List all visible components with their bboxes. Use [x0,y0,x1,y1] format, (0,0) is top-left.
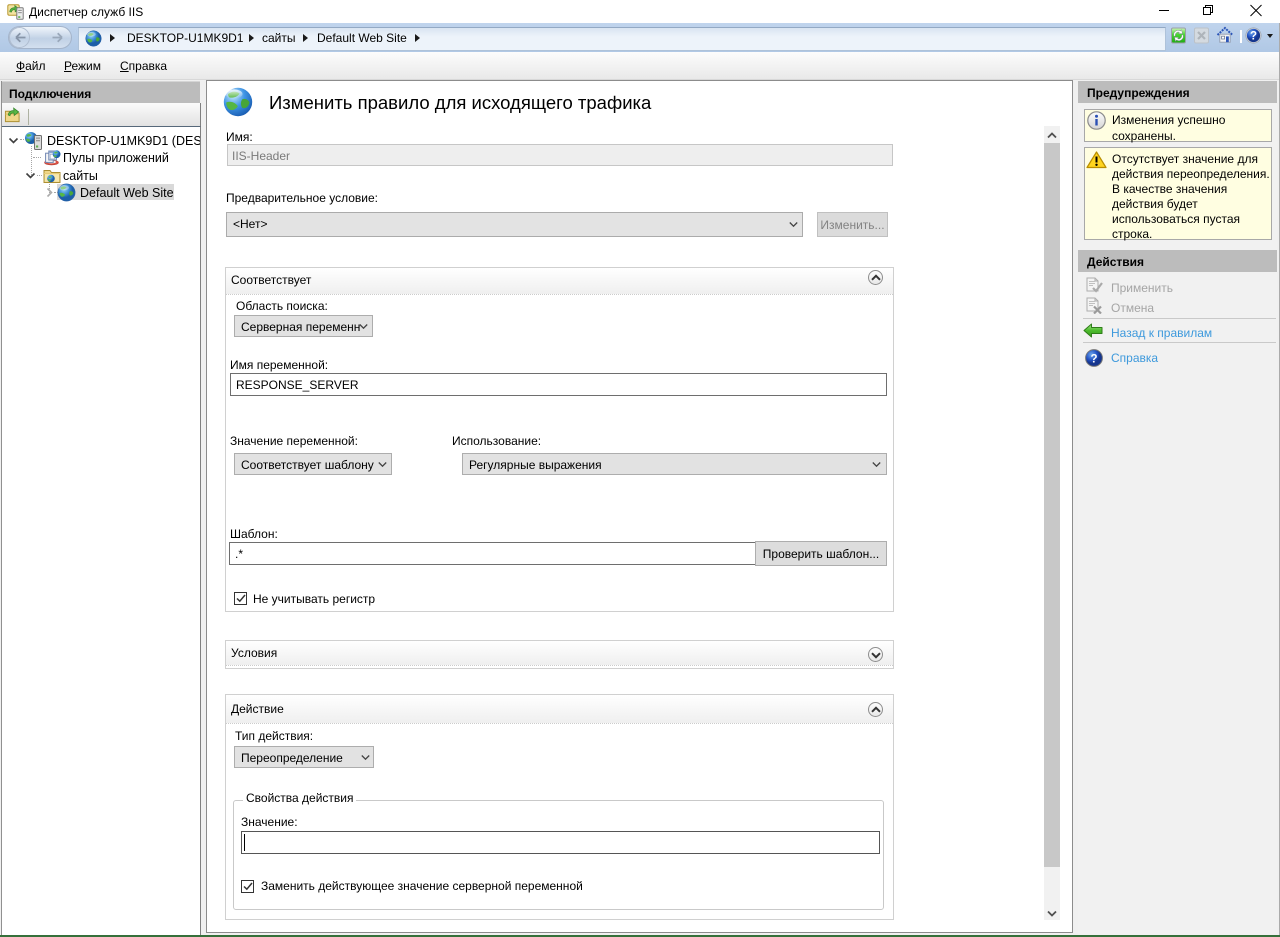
svg-text:?: ? [1090,353,1097,365]
svg-text:?: ? [1250,31,1257,43]
